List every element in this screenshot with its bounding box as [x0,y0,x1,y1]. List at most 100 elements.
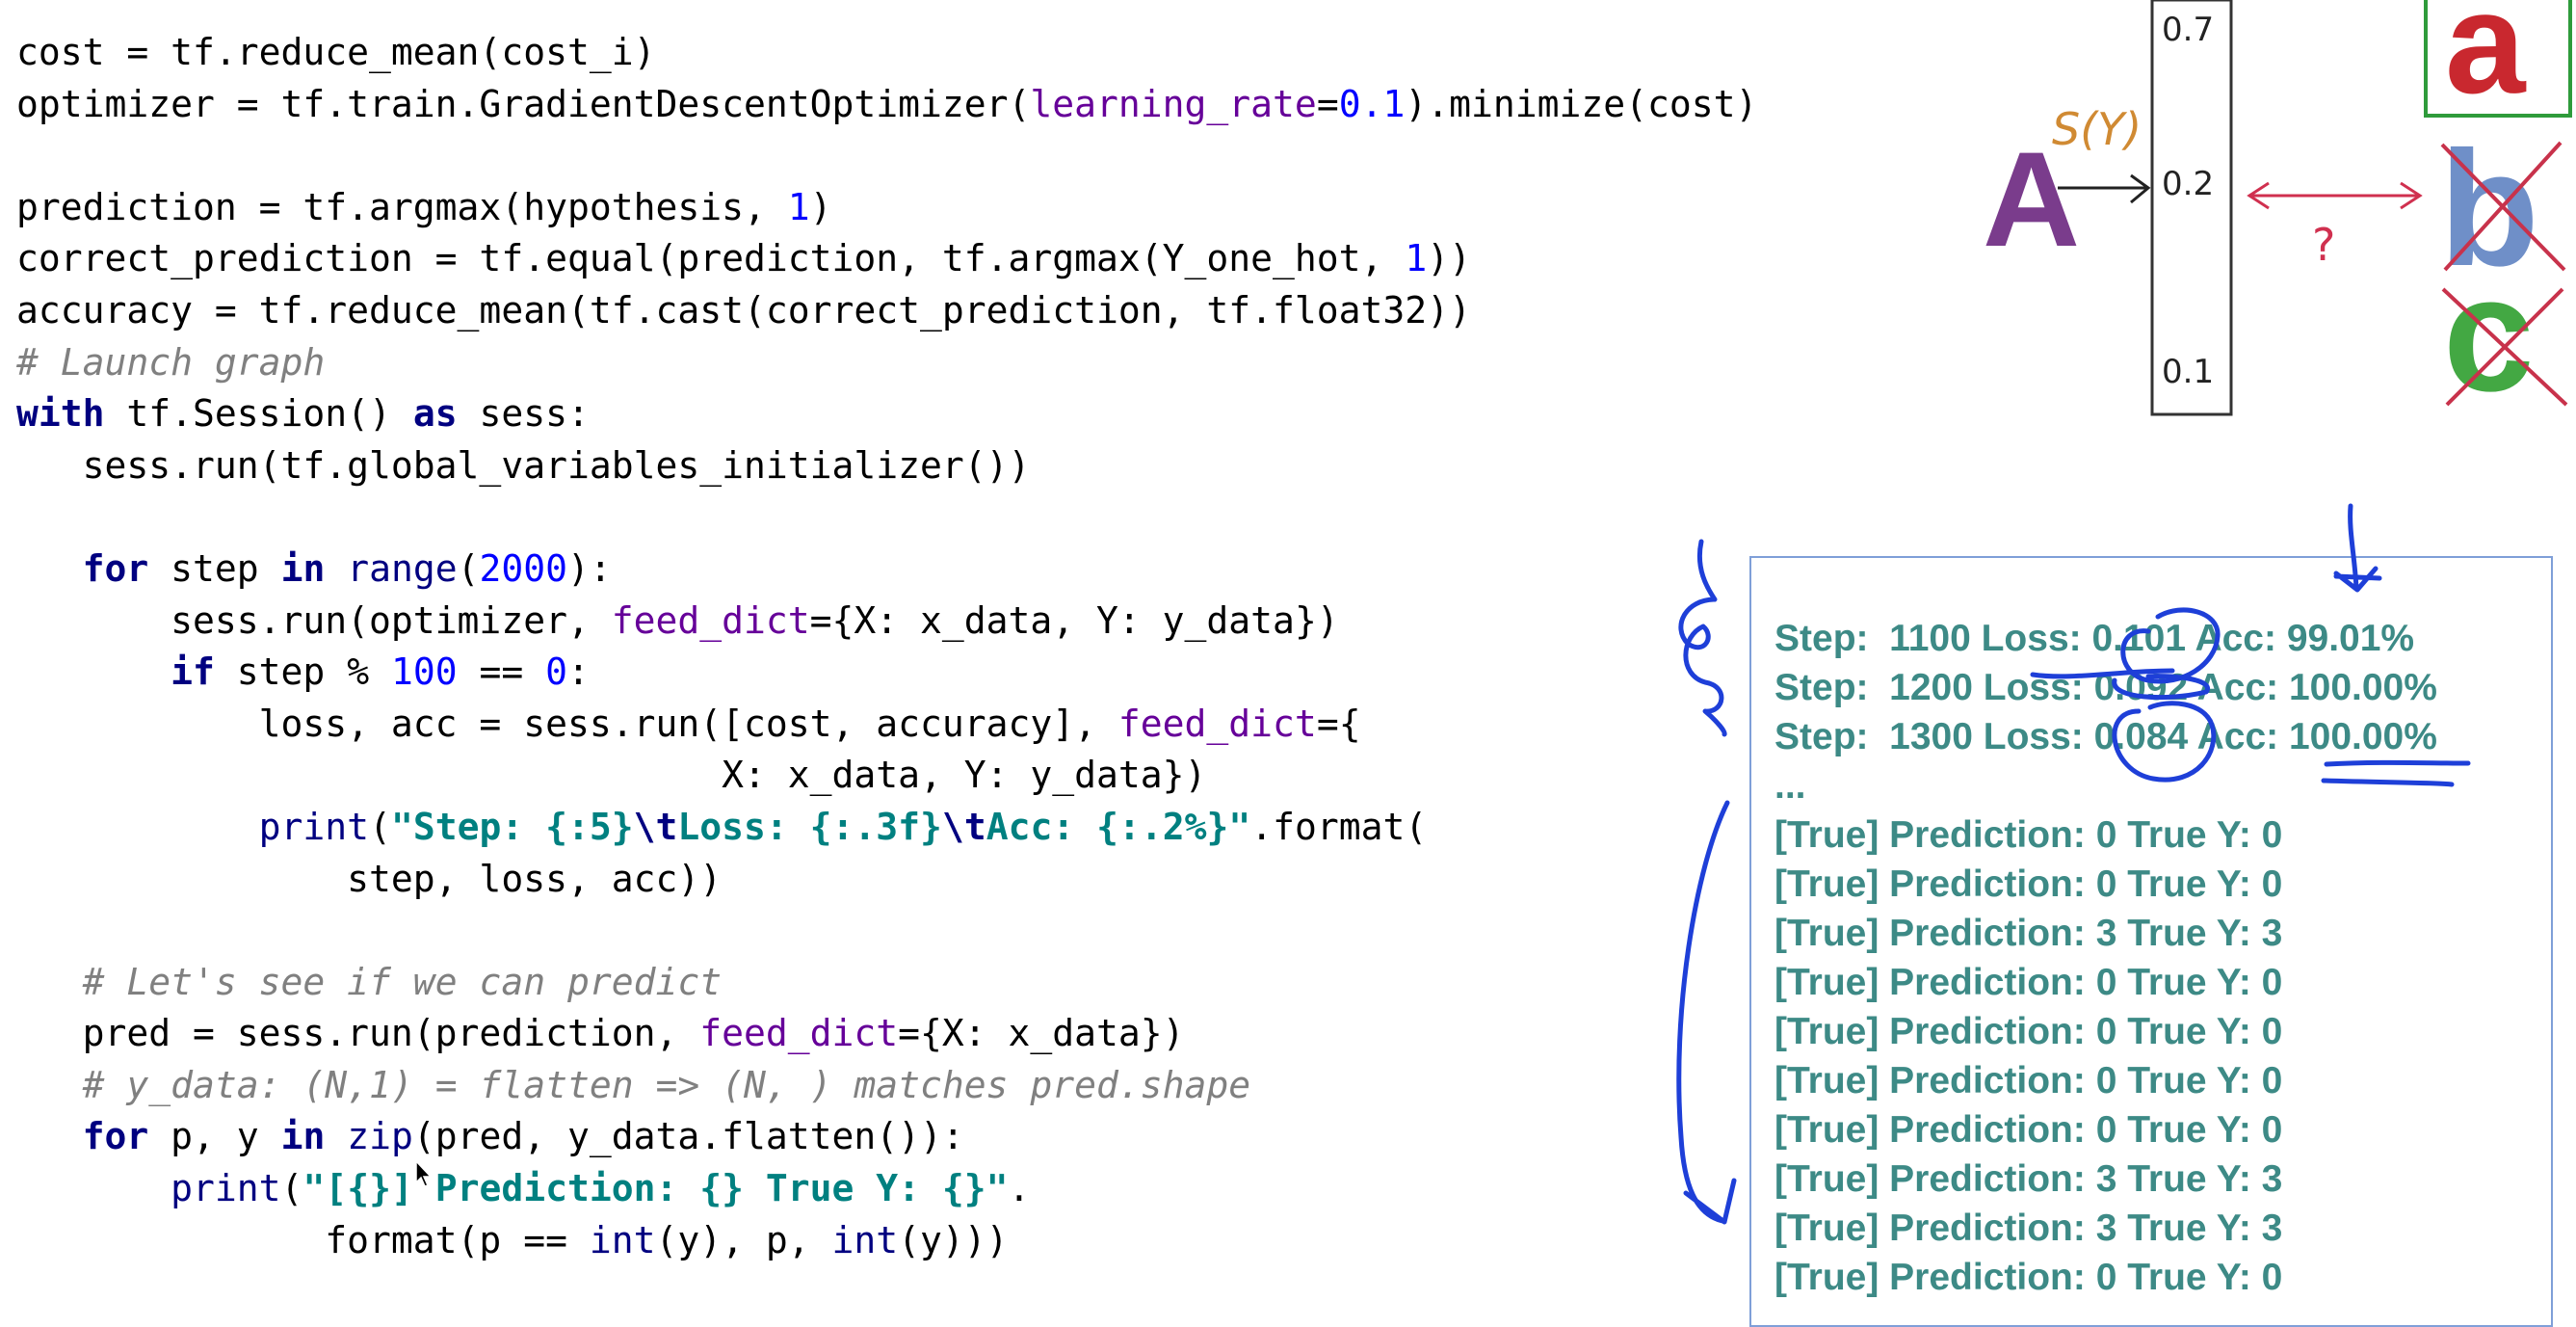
code-token: ( [457,546,480,590]
probability-a: 0.7 [2162,11,2214,49]
prediction-line: [True] Prediction: 3 True Y: 3 [1774,1208,2283,1249]
code-token: in [280,1115,326,1158]
prediction-line: [True] Prediction: 3 True Y: 3 [1774,1158,2283,1200]
code-line: print("[{}] Prediction: {} True Y: {}". [16,1163,1924,1215]
code-token: .format( [1250,805,1428,848]
prediction-line: [True] Prediction: 3 True Y: 3 [1774,913,2283,954]
code-line: with tf.Session() as sess: [16,388,1924,440]
code-token: 0.1 [1338,82,1406,125]
code-line: sess.run(optimizer, feed_dict={X: x_data… [16,596,1924,648]
code-token: print [258,805,370,848]
code-token: "[{}] Prediction: {} True Y: {}" [302,1167,1009,1210]
code-token: 2000 [479,546,568,590]
training-log-line: Step: 1300 Loss: 0.084 Acc: 100.00% [1774,716,2437,757]
code-token: step [148,546,281,590]
code-token: if [171,650,215,694]
code-line: if step % 100 == 0: [16,647,1924,699]
output-lines: Step: 1100 Loss: 0.101 Acc: 99.01% Step: … [1774,614,2437,1302]
code-token: learning_rate [1030,82,1317,125]
code-token: feed_dict [699,1012,899,1055]
prediction-line: [True] Prediction: 0 True Y: 0 [1774,863,2283,905]
code-token: 1 [1405,237,1428,280]
code-token: ).minimize(cost) [1405,82,1758,125]
training-log-line: ... [1774,765,1806,807]
code-token: sess.run(tf.global_variables_initializer… [16,443,1031,487]
prediction-line: [True] Prediction: 0 True Y: 0 [1774,1109,2283,1151]
prediction-line: [True] Prediction: 0 True Y: 0 [1774,1011,2283,1052]
code-token: ): [567,546,612,590]
code-token: loss, acc = sess.run([cost, accuracy], [16,702,1118,745]
code-token: ( [280,1167,303,1210]
code-token: prediction = tf.argmax(hypothesis, [16,185,788,228]
code-token: ) [809,185,832,228]
code-token: Loss: {:.3f} [677,805,942,848]
code-token: step, loss, acc)) [16,857,723,900]
code-token: = [1316,82,1339,125]
code-token: with [16,392,105,436]
code-token: : [567,650,590,694]
code-token: ={X: x_data, Y: y_data}) [809,598,1339,642]
code-token: (y), p, [655,1218,832,1261]
mouse-cursor-icon [415,1159,433,1187]
code-line: sess.run(tf.global_variables_initializer… [16,440,1924,492]
code-token: ={X: x_data}) [898,1012,1185,1055]
training-log-line: Step: 1100 Loss: 0.101 Acc: 99.01% [1774,618,2415,659]
code-token: int [831,1218,899,1261]
prediction-line: [True] Prediction: 0 True Y: 0 [1774,1257,2283,1298]
code-token: correct_prediction = tf.equal(prediction… [16,237,1406,280]
code-token: range [347,546,458,590]
output-console[interactable]: Step: 1100 Loss: 0.101 Acc: 99.01% Step: … [1749,556,2553,1327]
code-line: # Let's see if we can predict [16,957,1924,1009]
softmax-function-label: S(Y) [2052,103,2142,155]
code-token: ( [369,805,391,848]
code-line: accuracy = tf.reduce_mean(tf.cast(correc… [16,285,1924,337]
prediction-line: [True] Prediction: 0 True Y: 0 [1774,814,2283,856]
code-token: zip [347,1115,413,1158]
code-token: Acc: {:.2%}" [986,805,1251,848]
code-token: as [412,392,458,436]
code-token: cost = tf.reduce_mean(cost_i) [16,31,656,73]
code-line: for step in range(2000): [16,544,1924,596]
training-log-line: Step: 1200 Loss: 0.092 Acc: 100.00% [1774,667,2437,708]
code-line: loss, acc = sess.run([cost, accuracy], f… [16,699,1924,751]
code-editor[interactable]: cost = tf.reduce_mean(cost_i) optimizer =… [16,27,1924,1266]
code-line: cost = tf.reduce_mean(cost_i) [16,27,1924,79]
prediction-line: [True] Prediction: 0 True Y: 0 [1774,962,2283,1003]
code-token: == [457,650,546,694]
code-token: # Let's see if we can predict [82,960,723,1003]
code-token: 0 [545,650,567,694]
code-token: (pred, y_data.flatten()): [412,1115,964,1158]
code-token: # y_data: (N,1) = flatten => (N, ) match… [82,1063,1251,1106]
code-line: print("Step: {:5}\tLoss: {:.3f}\tAcc: {:… [16,802,1924,854]
code-line: format(p == int(y), p, int(y))) [16,1215,1924,1267]
code-token: feed_dict [1117,702,1317,745]
code-token: optimizer = tf.train.GradientDescentOpti… [16,82,1031,125]
code-token: step % [214,650,391,694]
code-token: 1 [787,185,810,228]
code-token: \t [941,805,986,848]
prediction-line: [True] Prediction: 0 True Y: 0 [1774,1060,2283,1101]
code-token: pred = sess.run(prediction, [16,1012,700,1055]
code-line: correct_prediction = tf.equal(prediction… [16,233,1924,285]
double-arrow [2247,181,2423,210]
code-line: pred = sess.run(prediction, feed_dict={X… [16,1008,1924,1060]
code-token: feed_dict [611,598,810,642]
code-token: format(p == [16,1218,590,1261]
code-token: (y))) [898,1218,1009,1261]
softmax-illustration: A S(Y) 0.7 0.2 0.1 ? a b c [1917,0,2576,424]
code-token: # Launch graph [16,340,326,384]
code-token: in [280,546,326,590]
question-mark: ? [2312,219,2335,271]
code-token: "Step: {:5} [390,805,634,848]
code-token: sess: [457,392,590,436]
code-token: )) [1427,237,1471,280]
code-token: X: x_data, Y: y_data}) [16,754,1207,797]
code-line: X: x_data, Y: y_data}) [16,750,1924,802]
